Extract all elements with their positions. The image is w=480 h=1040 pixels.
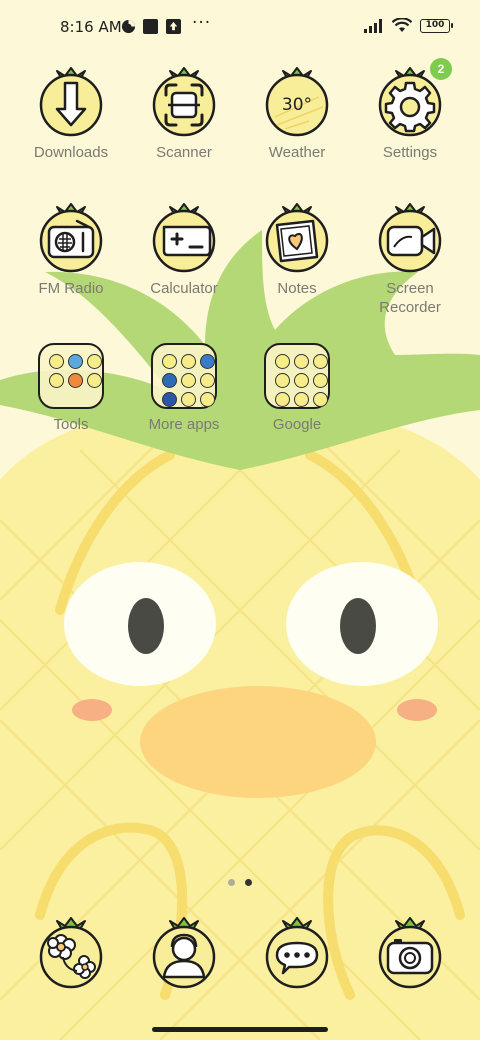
app-label: Scanner <box>156 144 212 161</box>
data-saver-icon <box>121 19 136 34</box>
folder-mini-app-icon <box>294 373 309 388</box>
dock-messages[interactable] <box>265 917 329 989</box>
calculator-icon <box>152 203 216 273</box>
notes-icon <box>265 203 329 273</box>
download-arrow-icon <box>39 67 103 137</box>
folder-mini-app-icon <box>68 373 83 388</box>
more-dots-icon: ··· <box>192 13 212 33</box>
gear-icon <box>378 67 442 137</box>
app-scanner[interactable]: Scanner <box>129 67 239 162</box>
app-notes[interactable]: Notes <box>242 203 352 298</box>
app-calculator[interactable]: Calculator <box>129 203 239 298</box>
folder-tools-preview <box>38 343 104 409</box>
contacts-person-icon <box>152 917 216 989</box>
folder-mini-app-icon <box>87 354 102 369</box>
app-label-line1: Screen <box>386 280 434 297</box>
folder-mini-app-icon <box>275 392 290 407</box>
app-label-line2: Recorder <box>379 299 441 316</box>
app-label: FM Radio <box>38 280 104 297</box>
dock-camera[interactable] <box>378 917 442 989</box>
folder-mini-app-icon <box>200 354 215 369</box>
app-label: Downloads <box>33 144 109 161</box>
folder-mini-app-icon <box>313 354 328 369</box>
messages-bubble-icon <box>265 917 329 989</box>
folder-mini-app-icon <box>162 392 177 407</box>
status-bar: 8:16 AM ··· 100 <box>0 0 480 56</box>
dock-contacts[interactable] <box>152 917 216 989</box>
notification-badge: 2 <box>430 58 452 80</box>
weather-icon: 30° <box>265 67 329 137</box>
radio-icon <box>39 203 103 273</box>
folder-label: Google <box>272 416 322 433</box>
square-notification-icon <box>143 19 158 34</box>
upload-notification-icon <box>166 19 181 34</box>
folder-tools[interactable]: Tools <box>16 343 126 434</box>
folder-mini-app-icon <box>162 373 177 388</box>
app-downloads[interactable]: Downloads <box>16 67 126 162</box>
app-label: Notes <box>277 280 317 297</box>
folder-mini-app-icon <box>294 392 309 407</box>
folder-mini-app-icon <box>313 373 328 388</box>
folder-mini-app-icon <box>181 392 196 407</box>
status-time: 8:16 AM <box>60 18 122 36</box>
battery-level: 100 <box>425 19 445 30</box>
folder-more-apps-preview <box>151 343 217 409</box>
folder-mini-app-icon <box>49 373 64 388</box>
folder-mini-app-icon <box>275 373 290 388</box>
app-fm-radio[interactable]: FM Radio <box>16 203 126 298</box>
folder-more-apps[interactable]: More apps <box>129 343 239 434</box>
app-screen-recorder[interactable]: Screen Recorder <box>355 203 465 317</box>
dock-gallery[interactable] <box>39 917 103 989</box>
folder-mini-app-icon <box>162 354 177 369</box>
folder-label: More apps <box>148 416 220 433</box>
battery-icon: 100 <box>420 18 453 33</box>
folder-label: Tools <box>53 416 89 433</box>
folder-mini-app-icon <box>200 392 215 407</box>
folder-mini-app-icon <box>87 373 102 388</box>
wifi-icon <box>392 18 412 32</box>
app-label: Calculator <box>150 280 218 297</box>
folder-mini-app-icon <box>200 373 215 388</box>
folder-google[interactable]: Google <box>242 343 352 434</box>
camera-icon <box>378 917 442 989</box>
folder-mini-app-icon <box>313 392 328 407</box>
scanner-icon <box>152 67 216 137</box>
app-weather[interactable]: 30° Weather <box>242 67 352 162</box>
video-camera-icon <box>378 203 442 273</box>
app-label: Weather <box>268 144 326 161</box>
folder-mini-app-icon <box>181 373 196 388</box>
signal-icon <box>364 18 382 33</box>
folder-google-preview <box>264 343 330 409</box>
weather-temperature: 30° <box>282 95 312 115</box>
folder-mini-app-icon <box>275 354 290 369</box>
gallery-flower-icon <box>39 917 103 989</box>
page-dot-2[interactable] <box>245 879 252 886</box>
app-settings[interactable]: 2 Settings <box>355 58 465 162</box>
home-indicator[interactable] <box>152 1027 328 1032</box>
folder-mini-app-icon <box>181 354 196 369</box>
folder-mini-app-icon <box>49 354 64 369</box>
folder-mini-app-icon <box>68 354 83 369</box>
folder-mini-app-icon <box>294 354 309 369</box>
page-indicator <box>228 879 252 886</box>
app-label: Settings <box>382 144 438 161</box>
page-dot-1[interactable] <box>228 879 235 886</box>
app-label: Screen Recorder <box>355 279 465 317</box>
